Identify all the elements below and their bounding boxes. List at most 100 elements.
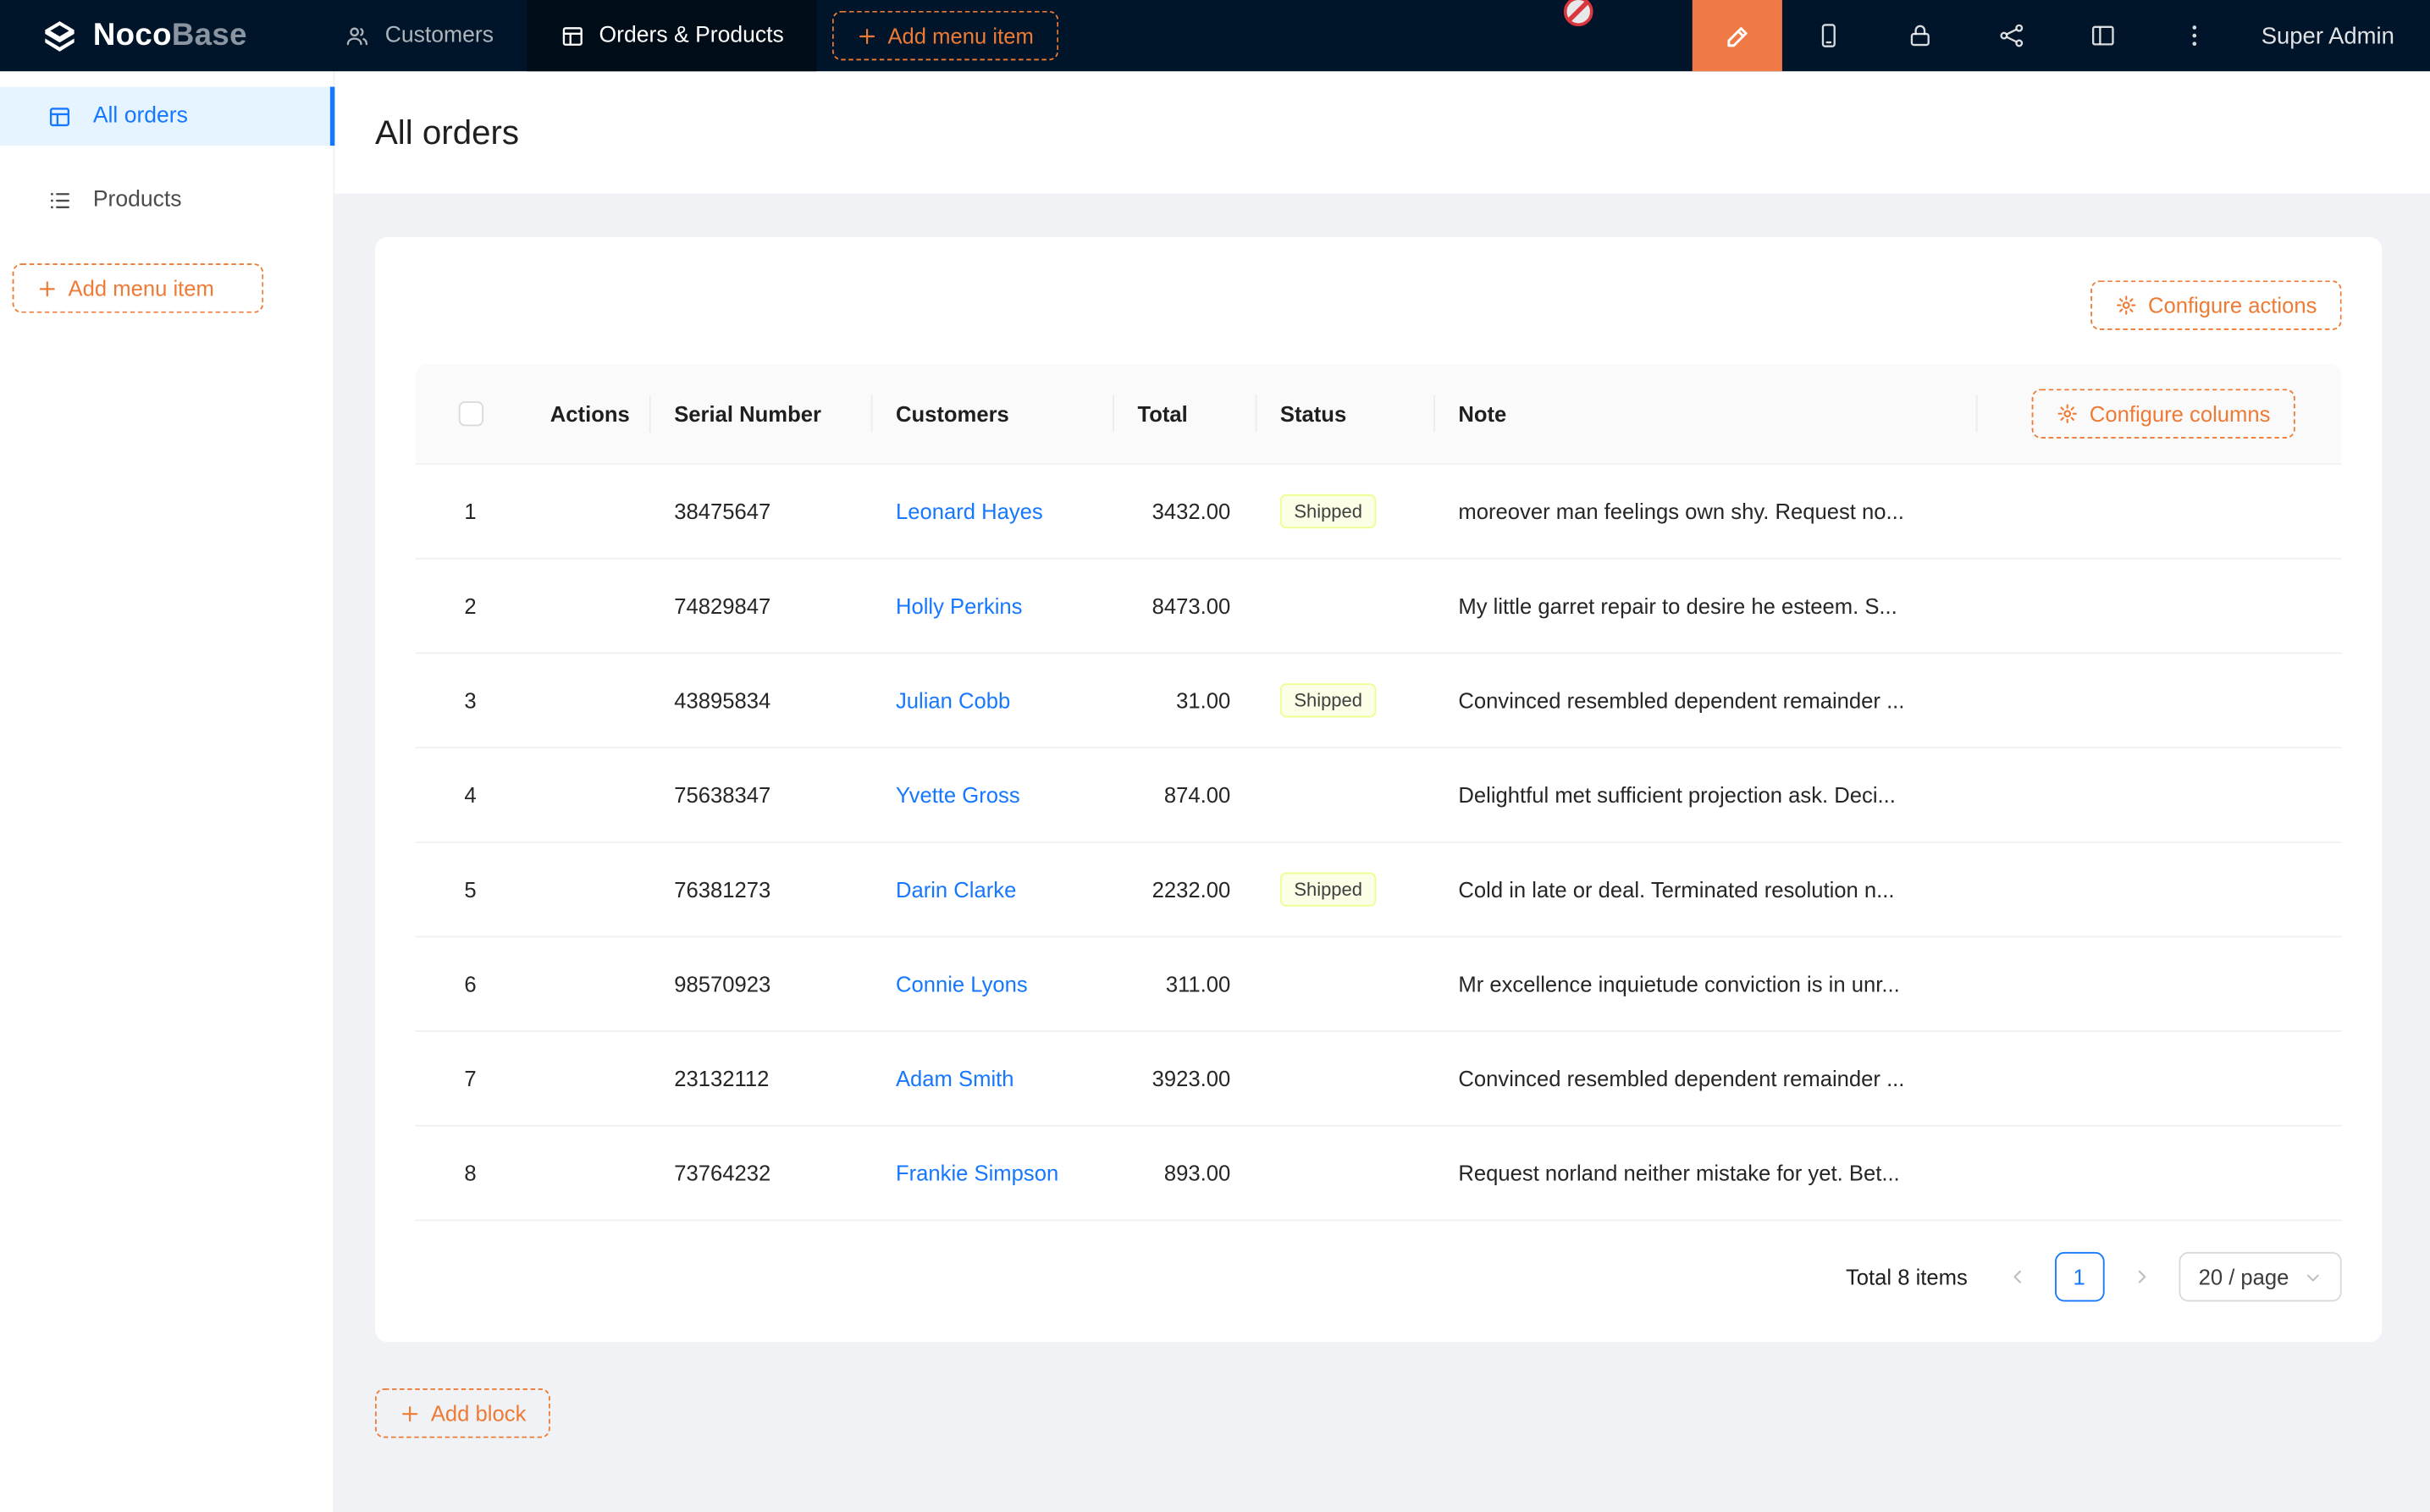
note-cell: Request norland neither mistake for yet.… [1433,1161,1976,1185]
pagination-page-1[interactable]: 1 [2054,1252,2104,1302]
lock-button[interactable] [1874,0,1965,71]
table-row[interactable]: 1 38475647 Leonard Hayes 3432.00 Shipped… [416,465,2342,560]
orders-table: Actions Serial Number Customers Total St… [416,364,2342,1221]
tab-orders-products-label: Orders & Products [599,23,784,47]
customer-cell: Holly Perkins [871,593,1113,618]
note-cell: Mr excellence inquietude conviction is i… [1433,972,1976,996]
customer-cell: Yvette Gross [871,782,1113,807]
serial-cell: 43895834 [649,688,871,713]
sidebar-add-menu-item-label: Add menu item [69,276,214,301]
select-all-checkbox[interactable] [458,401,483,426]
navbar-right-actions: Super Admin [1693,0,2430,71]
sidebar-item-all-orders-label: All orders [93,104,188,129]
customer-link[interactable]: Julian Cobb [896,688,1010,713]
page-size-value: 20 / page [2199,1265,2289,1289]
navbar-add-menu-item-label: Add menu item [887,23,1033,47]
row-index: 4 [416,782,526,807]
api-button[interactable] [1965,0,2057,71]
tab-orders-products[interactable]: Orders & Products [526,0,816,71]
status-badge: Shipped [1280,683,1377,717]
column-header-customers: Customers [871,401,1113,426]
note-cell: Delightful met sufficient projection ask… [1433,782,1976,807]
sidebar-item-products[interactable]: Products [0,170,334,229]
products-list-icon [47,187,73,213]
header-configure-cell: Configure columns [1976,389,2342,439]
plus-icon [857,25,877,46]
main-layout: All orders Products [0,71,2430,1512]
table-row[interactable]: 4 75638347 Yvette Gross 874.00 Delightfu… [416,748,2342,843]
table-row[interactable]: 6 98570923 Connie Lyons 311.00 Mr excell… [416,937,2342,1032]
ui-editor-button[interactable] [1693,0,1782,71]
tab-customers[interactable]: Customers [312,0,527,71]
customer-link[interactable]: Leonard Hayes [896,499,1043,523]
top-navbar: NocoBase Customers [0,0,2430,71]
total-cell: 31.00 [1113,688,1255,713]
page-size-select[interactable]: 20 / page [2179,1252,2342,1302]
status-cell: Shipped [1256,872,1433,906]
table-row[interactable]: 7 23132112 Adam Smith 3923.00 Convinced … [416,1032,2342,1127]
more-icon [2180,22,2208,50]
pagination-next-button[interactable] [2117,1252,2167,1302]
navbar-add-menu-item-button[interactable]: Add menu item [832,11,1059,61]
note-cell: Convinced resembled dependent remainder … [1433,688,1976,713]
table-body: 1 38475647 Leonard Hayes 3432.00 Shipped… [416,465,2342,1221]
all-orders-table-icon [47,103,73,130]
customers-icon [345,23,371,49]
add-block-button[interactable]: Add block [375,1388,551,1438]
pagination-prev-button[interactable] [1992,1252,2042,1302]
logo-text-light: Base [172,18,247,52]
serial-cell: 38475647 [649,499,871,523]
page-header: All orders [334,71,2430,194]
row-index: 1 [416,499,526,523]
sidebar-add-menu-item-button[interactable]: Add menu item [13,263,264,313]
nocobase-logo[interactable]: NocoBase [0,0,247,71]
row-index: 5 [416,877,526,902]
status-badge: Shipped [1280,872,1377,906]
total-cell: 8473.00 [1113,593,1255,618]
table-row[interactable]: 2 74829847 Holly Perkins 8473.00 My litt… [416,560,2342,654]
row-index: 2 [416,593,526,618]
page-content: Configure actions Actions Serial Number … [334,194,2430,1438]
table-row[interactable]: 3 43895834 Julian Cobb 31.00 Shipped Con… [416,654,2342,748]
tab-customers-label: Customers [385,23,494,47]
total-cell: 2232.00 [1113,877,1255,902]
table-row[interactable]: 8 73764232 Frankie Simpson 893.00 Reques… [416,1127,2342,1222]
sidebar-item-all-orders[interactable]: All orders [0,87,334,146]
configure-columns-label: Configure columns [2090,401,2271,426]
customer-link[interactable]: Holly Perkins [896,593,1023,618]
table-row[interactable]: 5 76381273 Darin Clarke 2232.00 Shipped … [416,843,2342,938]
add-block-label: Add block [431,1401,527,1426]
customer-cell: Adam Smith [871,1066,1113,1090]
note-cell: Convinced resembled dependent remainder … [1433,1066,1976,1090]
configure-columns-button[interactable]: Configure columns [2032,389,2295,439]
serial-cell: 23132112 [649,1066,871,1090]
gear-icon [2116,295,2138,317]
column-header-actions: Actions [525,401,649,426]
sidebar: All orders Products [0,71,334,1512]
customer-cell: Frankie Simpson [871,1161,1113,1185]
customer-link[interactable]: Darin Clarke [896,877,1016,902]
row-index: 7 [416,1066,526,1090]
table-header: Actions Serial Number Customers Total St… [416,364,2342,465]
api-icon [1997,22,2025,50]
layout-icon [2089,22,2117,50]
more-button[interactable] [2148,0,2239,71]
plus-icon [37,279,58,299]
customer-link[interactable]: Yvette Gross [896,782,1020,807]
column-header-status: Status [1256,401,1433,426]
status-badge: Shipped [1280,494,1377,528]
customer-link[interactable]: Adam Smith [896,1066,1014,1090]
customer-link[interactable]: Frankie Simpson [896,1161,1058,1185]
serial-cell: 73764232 [649,1161,871,1185]
user-menu[interactable]: Super Admin [2239,0,2430,71]
chevron-down-icon [2305,1268,2322,1285]
layout-button[interactable] [2057,0,2148,71]
column-header-note: Note [1433,401,1976,426]
customer-link[interactable]: Connie Lyons [896,972,1028,996]
orders-table-card: Configure actions Actions Serial Number … [375,237,2382,1342]
chevron-right-icon [2132,1267,2151,1286]
gear-icon [2057,403,2079,425]
mobile-button[interactable] [1782,0,1874,71]
user-name: Super Admin [2262,23,2394,49]
configure-actions-button[interactable]: Configure actions [2090,280,2341,330]
